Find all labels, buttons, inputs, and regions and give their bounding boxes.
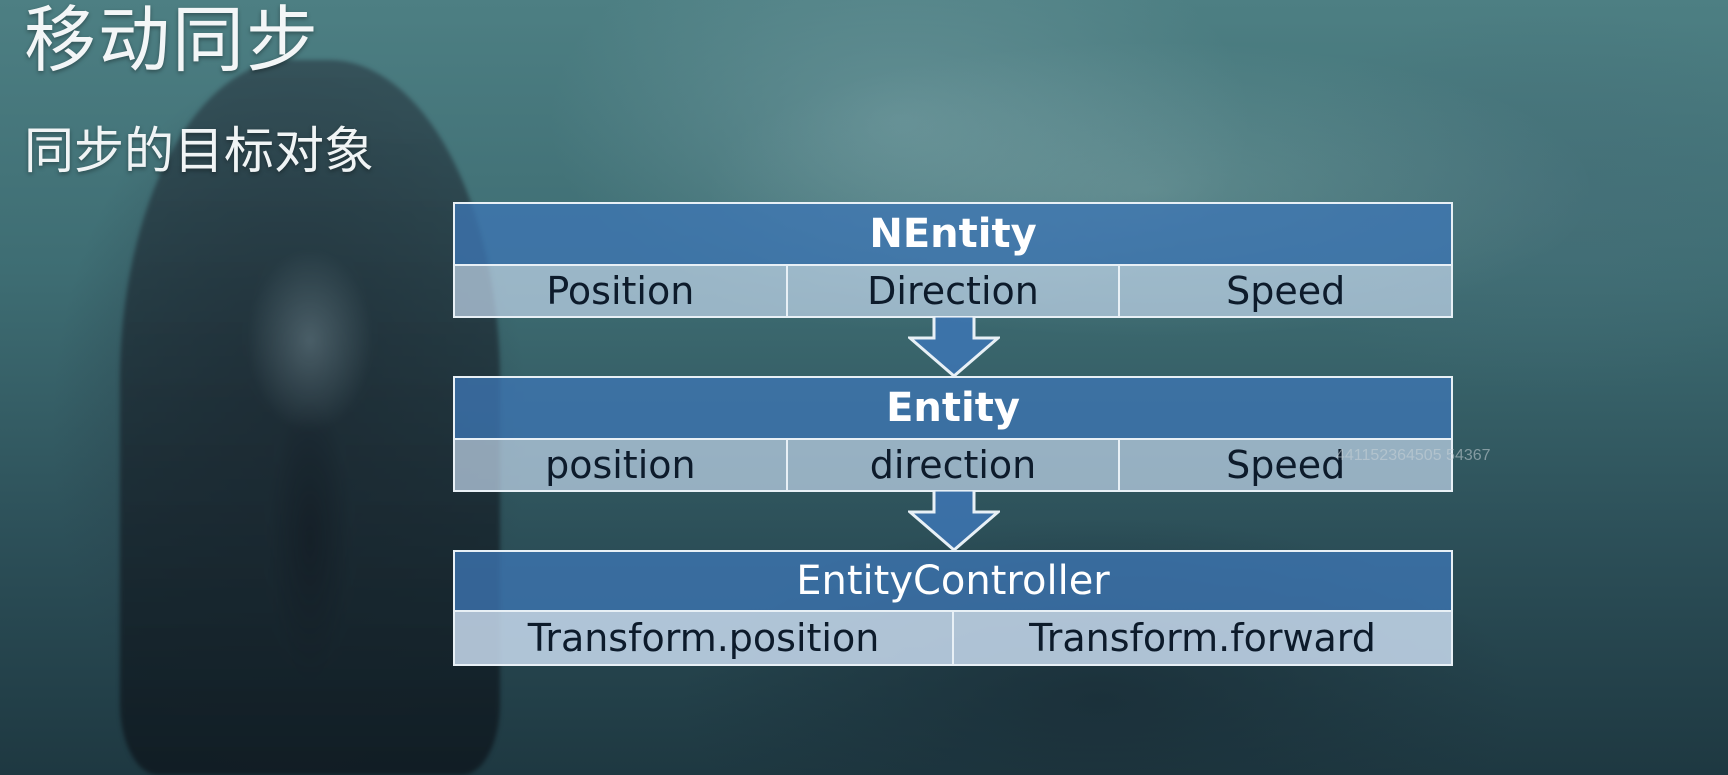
entitycontroller-header: EntityController — [455, 552, 1451, 610]
slide-title: 移动同步 — [24, 0, 321, 82]
nentity-box: NEntity Position Direction Speed — [453, 202, 1453, 318]
nentity-fields-row: Position Direction Speed — [455, 264, 1452, 316]
entity-box: Entity position direction Speed — [453, 376, 1453, 492]
nentity-field-position: Position — [455, 266, 788, 316]
nentity-field-speed: Speed — [1120, 266, 1452, 316]
slide-background: 移动同步 同步的目标对象 NEntity Position Direction … — [0, 0, 1728, 775]
down-arrow-icon — [908, 490, 1000, 552]
entity-fields-row: position direction Speed — [455, 438, 1452, 490]
down-arrow-icon — [908, 316, 1000, 378]
entitycontroller-box: EntityController Transform.position Tran… — [453, 550, 1453, 666]
entitycontroller-field-transform-forward: Transform.forward — [954, 612, 1451, 664]
entity-field-position: position — [455, 440, 788, 490]
entity-header: Entity — [455, 378, 1451, 438]
entitycontroller-fields-row: Transform.position Transform.forward — [455, 610, 1451, 664]
entity-field-direction: direction — [787, 440, 1121, 490]
nentity-header: NEntity — [455, 204, 1451, 264]
entitycontroller-field-transform-position: Transform.position — [455, 612, 954, 664]
watermark-text: 441152364505 54367 — [1336, 447, 1491, 464]
slide-subtitle: 同步的目标对象 — [24, 122, 374, 180]
nentity-field-direction: Direction — [787, 266, 1121, 316]
